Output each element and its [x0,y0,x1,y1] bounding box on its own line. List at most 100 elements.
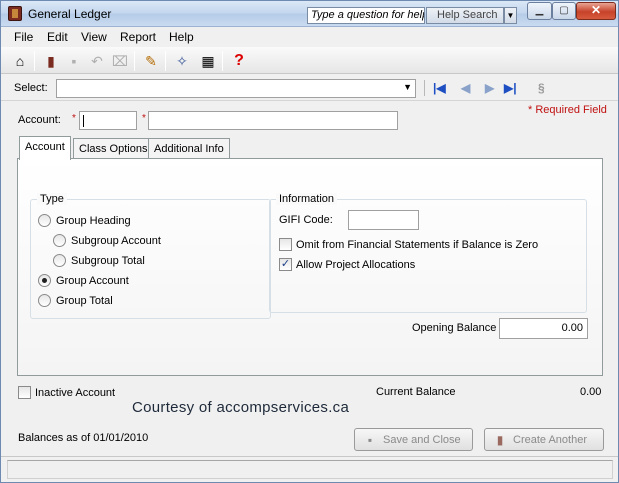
minimize-icon: ▁ [535,5,544,16]
save-button[interactable]: ▪ [64,51,84,71]
required-star: * [142,113,146,124]
opening-balance-label: Opening Balance [412,322,497,334]
tab-class-options[interactable]: Class Options [73,138,154,159]
pencil-icon: ✎ [145,52,157,69]
chevron-down-icon: ▼ [403,82,412,92]
radio-subgroup-total[interactable]: Subgroup Total [53,254,145,267]
jump-button[interactable]: § [538,81,545,95]
general-ledger-window: General Ledger Type a question for help … [0,0,619,483]
menu-view[interactable]: View [81,30,107,44]
ledger-book-icon [8,6,22,21]
open-list-button[interactable]: ▮ [41,51,61,71]
remove-icon: ⌧ [111,52,129,69]
text-caret [83,115,84,127]
menu-help[interactable]: Help [169,30,194,44]
disk-icon: ▪ [71,53,77,69]
create-another-button[interactable]: ▮ Create Another [484,428,604,451]
balances-as-of-date: Balances as of 01/01/2010 [18,432,149,444]
menu-report[interactable]: Report [120,30,156,44]
refresh-button[interactable]: ✧ [172,51,192,71]
undo-button[interactable]: ↶ [87,51,107,71]
account-label: Account: [18,114,61,126]
inactive-account-checkbox[interactable]: Inactive Account [18,386,115,399]
next-record-button[interactable]: ▶ [485,81,494,95]
calculator-icon: ▦ [201,52,215,69]
checkmark-icon[interactable]: ✓ [279,258,292,271]
toolbar: ⌂ ▮ ▪ ↶ ⌧ ✎ ✧ ▦ ? [1,47,618,74]
menu-bar: File Edit View Report Help [1,28,618,47]
maximize-button[interactable]: ▢ [552,2,576,20]
toolbar-separator [34,51,35,71]
maximize-icon: ▢ [559,5,569,16]
current-balance-value: 0.00 [580,386,602,398]
gifi-code-input[interactable] [348,210,419,230]
radio-button[interactable] [38,214,51,227]
radio-group-heading[interactable]: Group Heading [38,214,131,227]
save-disk-icon: ▪ [367,432,373,447]
help-button[interactable]: ? [229,51,249,71]
status-bar [1,456,618,482]
radio-label: Group Total [56,294,113,307]
account-select-dropdown[interactable]: ▼ [56,79,416,98]
radio-label: Group Account [56,274,129,287]
status-pane [7,460,613,479]
toolbar-separator [134,51,135,71]
toolbar-separator [165,51,166,71]
next-icon: ▶ [485,81,495,95]
previous-icon: ◀ [461,81,471,95]
checkbox-label: Omit from Financial Statements if Balanc… [296,238,539,251]
first-record-button[interactable]: |◀ [433,81,446,95]
omit-zero-balance-checkbox[interactable]: Omit from Financial Statements if Balanc… [279,238,538,251]
account-number-input[interactable] [79,111,137,130]
checkbox[interactable] [279,238,292,251]
current-balance-label: Current Balance [376,386,456,398]
select-label: Select: [14,82,48,94]
radio-button-selected[interactable] [38,274,51,287]
account-tab-panel: Type Group Heading Subgroup Account Subg… [17,158,603,376]
type-group: Type Group Heading Subgroup Account Subg… [30,193,271,319]
required-star: * [72,113,76,124]
help-question-input[interactable]: Type a question for help [307,7,425,24]
tab-additional-info[interactable]: Additional Info [148,138,230,159]
previous-record-button[interactable]: ◀ [461,81,470,95]
edit-button[interactable]: ✎ [141,51,161,71]
radio-button[interactable] [53,254,66,267]
radio-button[interactable] [53,234,66,247]
calculator-button[interactable]: ▦ [198,51,218,71]
jump-icon: § [538,81,545,95]
save-and-close-button[interactable]: ▪ Save and Close [354,428,473,451]
minimize-button[interactable]: ▁ [527,2,552,20]
gifi-code-label: GIFI Code: [279,214,333,226]
information-group-title: Information [276,193,338,205]
close-button[interactable]: ✕ [576,2,616,20]
button-label: Save and Close [383,433,461,446]
last-record-icon: ▶| [504,81,517,95]
chevron-down-icon: ▼ [506,11,515,20]
radio-subgroup-account[interactable]: Subgroup Account [53,234,161,247]
opening-balance-input[interactable]: 0.00 [499,318,588,339]
courtesy-watermark: Courtesy of accompservices.ca [132,399,350,416]
menu-edit[interactable]: Edit [47,30,68,44]
book-icon: ▮ [496,432,504,447]
radio-group-total[interactable]: Group Total [38,294,113,307]
help-dropdown-button[interactable]: ▼ [504,7,517,24]
last-record-button[interactable]: ▶| [504,81,517,95]
allow-project-allocations-checkbox[interactable]: ✓ Allow Project Allocations [279,258,415,271]
checkbox-label: Inactive Account [35,386,116,399]
toolbar-separator [222,51,223,71]
home-button[interactable]: ⌂ [10,51,30,71]
help-search-button[interactable]: Help Search [426,7,504,24]
select-row: Select: ▼ |◀ ◀ ▶ ▶| § [1,75,618,101]
window-title: General Ledger [28,7,112,21]
account-name-input[interactable] [148,111,398,130]
radio-button[interactable] [38,294,51,307]
required-field-note: * Required Field [528,104,607,116]
remove-button[interactable]: ⌧ [110,51,130,71]
button-label: Create Another [513,433,587,446]
checkbox[interactable] [18,386,31,399]
radio-group-account[interactable]: Group Account [38,274,129,287]
magic-wand-icon: ✧ [176,52,188,69]
tab-account[interactable]: Account [19,136,71,160]
type-group-title: Type [37,193,67,205]
menu-file[interactable]: File [14,30,33,44]
